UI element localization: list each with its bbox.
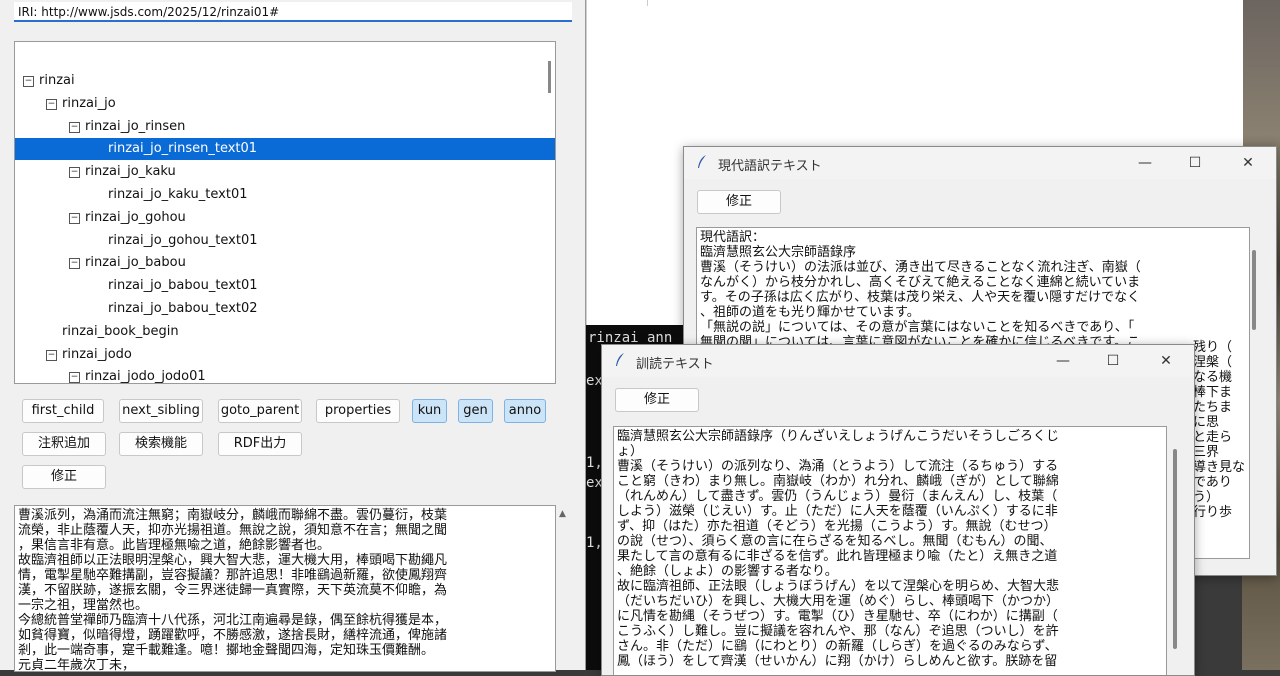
tree-item-label: rinzai_jo_babou xyxy=(85,255,186,271)
iri-field[interactable]: IRI: http://www.jsds.com/2025/12/rinzai0… xyxy=(14,2,572,22)
tree-item[interactable]: rinzai_jo_rinsen_text01 xyxy=(15,138,555,161)
tree-collapse-icon[interactable]: − xyxy=(46,98,57,110)
tree-item-label: rinzai_jodo xyxy=(62,346,132,362)
next-sibling-button[interactable]: next_sibling xyxy=(119,399,203,423)
tree-collapse-icon[interactable]: − xyxy=(69,167,80,179)
modern-translation-text: 現代語訳： 臨濟慧照玄公大宗師語錄序 曹溪（そうけい）の法派は並び、湧き出て尽き… xyxy=(700,230,1141,350)
close-icon[interactable]: ✕ xyxy=(1155,351,1177,371)
kundoku-titlebar[interactable]: 訓読テキスト — ☐ ✕ xyxy=(602,345,1194,377)
background-divider xyxy=(647,0,648,6)
text-fragment: に思 xyxy=(1193,415,1249,430)
tree-item[interactable]: − rinzai_jodo xyxy=(15,344,555,366)
text-fragment: 導き見な xyxy=(1193,460,1249,475)
tree-item-label: rinzai_jo_babou_text02 xyxy=(108,301,258,316)
tree-item-label: rinzai_jo xyxy=(62,95,116,111)
rdf-output-button[interactable]: RDF出力 xyxy=(218,432,302,456)
anno-toggle-button[interactable]: anno xyxy=(504,399,546,423)
tree-item-label: rinzai_book_begin xyxy=(62,323,179,339)
tree-item[interactable]: − rinzai_jodo_jodo01 xyxy=(15,366,555,384)
tree-item-label: rinzai_jo_rinsen xyxy=(85,118,186,134)
minimize-icon[interactable]: — xyxy=(1134,153,1156,173)
tree-item[interactable]: − rinzai_jo_rinsen xyxy=(15,116,555,138)
tree-item[interactable]: rinzai_jo_gohou_text01 xyxy=(15,230,555,252)
tree-collapse-icon[interactable]: − xyxy=(46,349,57,361)
tree-collapse-icon[interactable]: − xyxy=(69,372,80,383)
goto-parent-button[interactable]: goto_parent xyxy=(218,399,302,423)
text-fragment: 残り（ xyxy=(1193,340,1249,355)
main-window: IRI: http://www.jsds.com/2025/12/rinzai0… xyxy=(0,0,586,672)
tree-item-label: rinzai_jo_kaku xyxy=(85,164,176,180)
text-fragment: と走ら xyxy=(1193,430,1249,445)
tree-item-label: rinzai_jo_gohou xyxy=(85,209,186,225)
tree-item-label: rinzai_jo_kaku_text01 xyxy=(108,187,248,202)
text-scrollbar[interactable]: ▲ xyxy=(556,505,570,670)
tree-item[interactable]: − rinzai_jo xyxy=(15,93,555,115)
kundoku-window: 訓読テキスト — ☐ ✕ 修正 臨濟慧照玄公大宗師語錄序（りんざいえしょうげんこ… xyxy=(601,344,1195,676)
window-title: 現代語訳テキスト xyxy=(718,159,822,174)
ontology-tree[interactable]: − rinzai − rinzai_jo − rinzai_jo_rinsen rinzai… xyxy=(14,41,556,384)
tree-item[interactable]: rinzai_jo_babou_text01 xyxy=(15,275,555,297)
tree-item-label: rinzai_jodo_jodo01 xyxy=(85,369,206,384)
original-text-area[interactable]: 曹溪派列，溈涌而流注無窮；南嶽岐分，麟峨而聯綿不盡。雲仍蔓衍，枝葉 流榮，非止蔭… xyxy=(14,505,556,672)
first-child-button[interactable]: first_child xyxy=(22,399,104,423)
edit-button[interactable]: 修正 xyxy=(22,465,106,489)
feather-icon xyxy=(698,155,706,168)
text-fragment: 棒下ま xyxy=(1193,385,1249,400)
tree-scrollbar[interactable] xyxy=(548,61,551,93)
tree-item-label: rinzai_jo_gohou_text01 xyxy=(108,232,258,248)
text-fragment: 三界 xyxy=(1193,445,1249,460)
maximize-icon[interactable]: ☐ xyxy=(1184,153,1206,173)
tree-item-label: rinzai xyxy=(39,73,75,88)
close-icon[interactable]: ✕ xyxy=(1237,153,1259,173)
tree-item[interactable]: rinzai_jo_kaku_text01 xyxy=(15,184,555,206)
modern-translation-right-fragments: 残り（ 涅槃（ なる機 棒下ま たちま に思 と走ら 三界 導き見な であり う） 行り歩 xyxy=(1193,340,1249,520)
kundoku-text: 臨濟慧照玄公大宗師語錄序（りんざいえしょうげんこうだいそうしごろくじ ょ） 曹溪… xyxy=(617,429,1060,669)
scroll-up-icon[interactable]: ▲ xyxy=(559,509,566,519)
tree-item[interactable]: − rinzai_jo_kaku xyxy=(15,161,555,183)
text-fragment: たちま xyxy=(1193,400,1249,415)
search-button[interactable]: 検索機能 xyxy=(119,432,203,456)
maximize-icon[interactable]: ☐ xyxy=(1102,351,1124,371)
modern-translation-titlebar[interactable]: 現代語訳テキスト — ☐ ✕ xyxy=(684,147,1276,179)
tree-item-label: rinzai_jo_rinsen_text01 xyxy=(108,141,258,157)
tree-collapse-icon[interactable]: − xyxy=(23,76,34,87)
gen-toggle-button[interactable]: gen xyxy=(458,399,493,423)
text-fragment: う） xyxy=(1193,490,1249,505)
add-annotation-button[interactable]: 注釈追加 xyxy=(22,432,106,456)
text-fragment: 涅槃（ xyxy=(1193,355,1249,370)
feather-icon xyxy=(616,353,624,366)
edit-button[interactable]: 修正 xyxy=(697,190,781,214)
tree-item[interactable]: rinzai_book_begin xyxy=(15,321,555,343)
kundoku-text-area[interactable]: 臨濟慧照玄公大宗師語錄序（りんざいえしょうげんこうだいそうしごろくじ ょ） 曹溪… xyxy=(613,426,1167,675)
tree-item[interactable]: rinzai_jo_babou_text02 xyxy=(15,298,555,320)
minimize-icon[interactable]: — xyxy=(1052,351,1074,371)
tree-item[interactable]: − rinzai_jo_gohou xyxy=(15,207,555,229)
text-fragment: なる機 xyxy=(1193,370,1249,385)
tree-collapse-icon[interactable]: − xyxy=(69,212,80,224)
modern-translation-scrollbar[interactable] xyxy=(1252,250,1256,330)
properties-button[interactable]: properties xyxy=(316,399,400,423)
tree-item[interactable]: − rinzai_jo_babou xyxy=(15,252,555,274)
edit-button[interactable]: 修正 xyxy=(615,388,699,412)
kun-toggle-button[interactable]: kun xyxy=(412,399,447,423)
tree-collapse-icon[interactable]: − xyxy=(69,121,80,133)
kundoku-scrollbar[interactable] xyxy=(1173,449,1177,649)
text-fragment: であり xyxy=(1193,475,1249,490)
tree-item[interactable]: − rinzai xyxy=(15,70,555,92)
tree-item-label: rinzai_jo_babou_text01 xyxy=(108,278,258,294)
text-fragment: 行り歩 xyxy=(1193,505,1249,520)
tree-collapse-icon[interactable]: − xyxy=(69,258,80,270)
original-text: 曹溪派列，溈涌而流注無窮；南嶽岐分，麟峨而聯綿不盡。雲仍蔓衍，枝葉 流榮，非止蔭… xyxy=(18,508,448,672)
window-title: 訓読テキスト xyxy=(636,357,714,372)
